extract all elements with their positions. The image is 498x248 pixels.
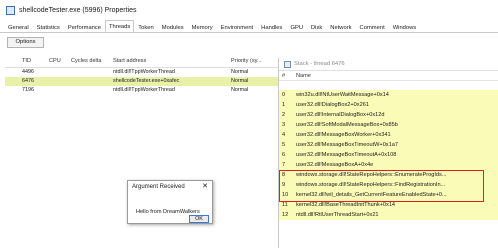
column-priority[interactable]: Priority (sy...	[231, 58, 262, 64]
window-titlebar: shellcodeTester.exe (5996) Properties	[0, 0, 498, 20]
stack-frame-name: kernel32.dll!BaseThreadInitThunk+0x14	[296, 202, 396, 208]
tab-statistics[interactable]: Statistics	[33, 22, 64, 32]
thread-cell-priority: Normal	[231, 87, 249, 93]
column-frame-number[interactable]: #	[282, 73, 285, 79]
stack-frame-row[interactable]: 4 user32.dll!MessageBoxWorker+0x341	[279, 130, 498, 140]
stack-frame-number: 11	[282, 202, 288, 208]
window-title: shellcodeTester.exe (5996) Properties	[19, 6, 137, 14]
thread-row[interactable]: 4496 ntdll.dll!TppWorkerThread Normal	[5, 68, 295, 77]
tab-gpu[interactable]: GPU	[286, 22, 307, 32]
stack-frame-row[interactable]: 7 user32.dll!MessageBoxA+0x4e	[279, 160, 498, 170]
column-start-address[interactable]: Start address	[113, 58, 146, 64]
stack-frame-name: user32.dll!InternalDialogBox+0x12d	[296, 112, 385, 118]
stack-frame-number: 3	[282, 122, 286, 128]
stack-frame-name: user32.dll!MessageBoxTimeoutW+0x1a7	[296, 142, 398, 148]
stack-frame-number: 2	[282, 112, 286, 118]
thread-cell-tid: 4496	[22, 69, 34, 75]
tab-network[interactable]: Network	[326, 22, 355, 32]
tab-disk[interactable]: Disk	[307, 22, 326, 32]
thread-cell-start: ntdll.dll!TppWorkerThread	[113, 69, 175, 75]
stack-window-icon	[284, 61, 291, 68]
stack-window-title: Stack - thread 6476	[294, 61, 345, 67]
message-box-dialog: Argument Received ✕ Hello from DreamWalk…	[127, 180, 213, 224]
column-tid[interactable]: TID	[22, 58, 31, 64]
dialog-title: Argument Received	[132, 184, 185, 190]
app-icon	[6, 5, 15, 15]
stack-frame-row[interactable]: 2 user32.dll!InternalDialogBox+0x12d	[279, 110, 498, 120]
thread-cell-tid: 6476	[22, 78, 34, 84]
stack-frame-row[interactable]: 1 user32.dll!DialogBox2+0x261	[279, 100, 498, 110]
tab-modules[interactable]: Modules	[158, 22, 188, 32]
stack-window: Stack - thread 6476 # Name 0 win32u.dll!N…	[278, 58, 498, 248]
tab-performance[interactable]: Performance	[64, 22, 105, 32]
stack-frame-name: win32u.dll!NtUserWaitMessage+0x14	[296, 92, 389, 98]
thread-cell-priority: Normal	[231, 78, 249, 84]
tab-memory[interactable]: Memory	[188, 22, 217, 32]
column-cycles-delta[interactable]: Cycles delta	[71, 58, 101, 64]
stack-frame-number: 0	[282, 92, 286, 98]
stack-frame-row[interactable]: 5 user32.dll!MessageBoxTimeoutW+0x1a7	[279, 140, 498, 150]
tab-comment[interactable]: Comment	[356, 22, 389, 32]
stack-frame-number: 6	[282, 152, 286, 158]
column-cpu[interactable]: CPU	[49, 58, 61, 64]
stack-frame-number: 7	[282, 162, 286, 168]
stack-frame-number: 1	[282, 102, 286, 108]
highlight-annotation	[279, 170, 484, 202]
tab-strip: General Statistics Performance Threads Token…	[0, 20, 498, 33]
tab-general[interactable]: General	[4, 22, 33, 32]
tab-token[interactable]: Token	[134, 22, 157, 32]
stack-frame-name: user32.dll!SoftModalMessageBox+0x85b	[296, 122, 398, 128]
stack-window-titlebar: Stack - thread 6476	[279, 58, 498, 71]
thread-row[interactable]: 7196 ntdll.dll!TppWorkerThread Normal	[5, 86, 295, 95]
stack-frame-row[interactable]: 0 win32u.dll!NtUserWaitMessage+0x14	[279, 90, 498, 100]
stack-frame-name: user32.dll!DialogBox2+0x261	[296, 102, 369, 108]
options-button[interactable]: Options	[7, 37, 44, 48]
stack-frame-row[interactable]: 6 user32.dll!MessageBoxTimeoutA+0x108	[279, 150, 498, 160]
stack-frame-row[interactable]: 12 ntdll.dll!RtlUserThreadStart+0x21	[279, 210, 498, 220]
close-icon[interactable]: ✕	[202, 183, 208, 191]
stack-frame-number: 5	[282, 142, 286, 148]
threads-table: TID CPU Cycles delta Start address Prior…	[5, 55, 295, 95]
tab-windows[interactable]: Windows	[389, 22, 421, 32]
thread-cell-priority: Normal	[231, 69, 249, 75]
thread-cell-start: ntdll.dll!TppWorkerThread	[113, 87, 175, 93]
stack-header: # Name	[279, 71, 498, 81]
stack-frame-row[interactable]: 3 user32.dll!SoftModalMessageBox+0x85b	[279, 120, 498, 130]
threads-header: TID CPU Cycles delta Start address Prior…	[5, 55, 295, 68]
thread-cell-tid: 7196	[22, 87, 34, 93]
thread-row[interactable]: 6476 shellcodeTester.exe+0xafec Normal	[5, 77, 295, 86]
stack-frame-name: user32.dll!MessageBoxTimeoutA+0x108	[296, 152, 397, 158]
tab-handles[interactable]: Handles	[257, 22, 286, 32]
column-frame-name[interactable]: Name	[296, 73, 311, 79]
stack-frame-number: 4	[282, 132, 286, 138]
thread-cell-start: shellcodeTester.exe+0xafec	[113, 78, 180, 84]
stack-frame-name: user32.dll!MessageBoxWorker+0x341	[296, 132, 391, 138]
tab-environment[interactable]: Environment	[217, 22, 258, 32]
stack-frame-name: user32.dll!MessageBoxA+0x4e	[296, 162, 374, 168]
ok-button[interactable]: OK	[189, 215, 209, 223]
stack-frame-name: ntdll.dll!RtlUserThreadStart+0x21	[296, 212, 379, 218]
stack-frame-number: 12	[282, 212, 289, 218]
threads-body: 4496 ntdll.dll!TppWorkerThread Normal 6476 s…	[5, 68, 295, 95]
tab-threads[interactable]: Threads	[105, 20, 135, 32]
